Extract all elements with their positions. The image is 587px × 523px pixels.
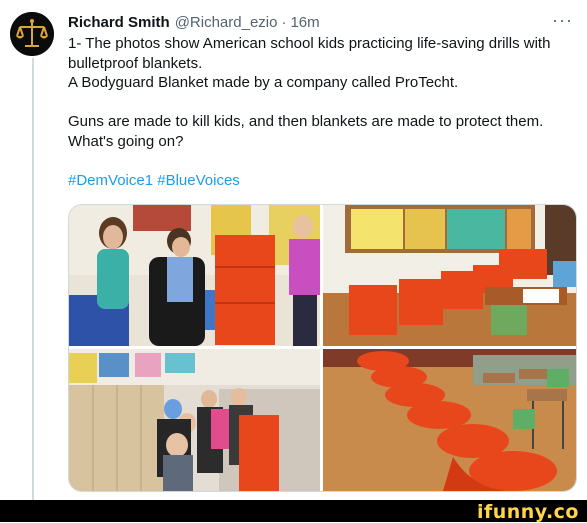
tweet-text: 1- The photos show American school kids … (68, 34, 568, 190)
photo-kids-under-blankets[interactable] (323, 349, 576, 491)
thread-line (32, 58, 34, 500)
scales-of-justice-icon (10, 12, 54, 56)
media-grid (68, 204, 577, 492)
hashtag-bluevoices[interactable]: #BlueVoices (157, 172, 240, 189)
hashtag-demvoice1[interactable]: #DemVoice1 (68, 172, 153, 189)
tweet-line: 1- The photos show American school kids … (68, 35, 551, 72)
tweet-line: A Bodyguard Blanket made by a company ca… (68, 74, 459, 91)
hashtags: #DemVoice1 #BlueVoices (68, 171, 568, 191)
separator-dot: · (281, 13, 287, 31)
photo-blankets-along-wall[interactable] (323, 205, 576, 346)
tweet: Richard Smith @Richard_ezio · 16m ··· 1-… (0, 0, 587, 500)
more-options-icon[interactable]: ··· (552, 10, 573, 31)
timestamp[interactable]: 16m (290, 14, 319, 31)
author-handle[interactable]: @Richard_ezio (175, 14, 278, 31)
photo-hallway-kids[interactable] (69, 349, 320, 491)
author-name[interactable]: Richard Smith (68, 14, 170, 31)
ifunny-watermark: ifunny.co (476, 501, 579, 523)
photo-teacher-fitting-blanket[interactable] (69, 205, 320, 346)
tweet-line: Guns are made to kill kids, and then bla… (68, 113, 544, 150)
avatar[interactable] (10, 12, 54, 56)
watermark-bar: ifunny.co (0, 500, 587, 523)
tweet-header: Richard Smith @Richard_ezio · 16m (68, 12, 320, 32)
